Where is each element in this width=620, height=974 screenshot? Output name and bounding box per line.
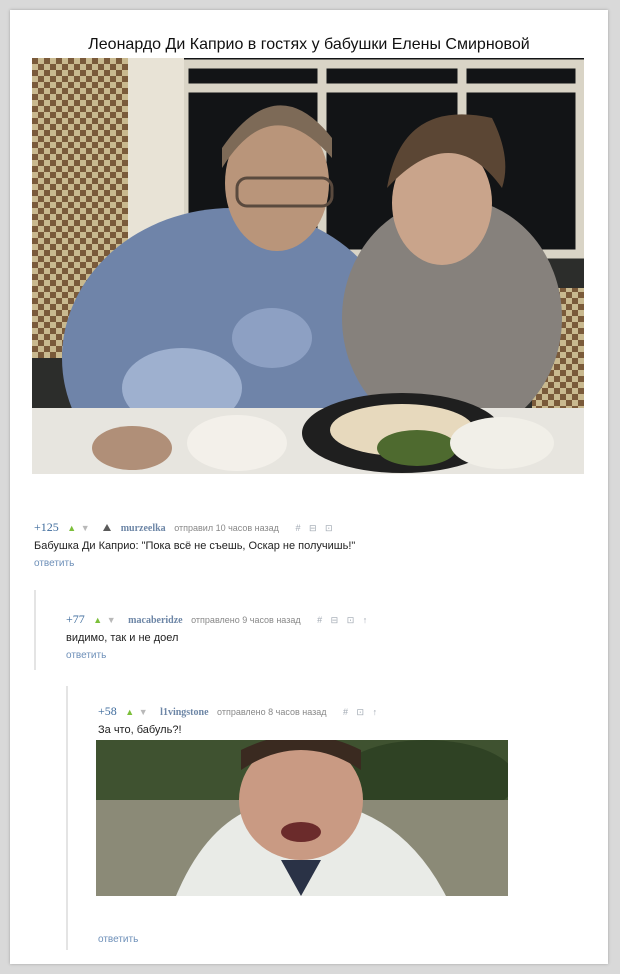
save-icon[interactable]: ⊡ <box>325 523 333 533</box>
comment: +77 ▲ ▼ macaberidze отправлено 9 часов н… <box>66 612 367 661</box>
comment: +125 ▲ ▼ murzeelka отправил 10 часов наз… <box>34 520 355 569</box>
comment-author[interactable]: l1vingstone <box>160 707 208 718</box>
comment-text: Бабушка Ди Каприо: "Пока всё не съешь, О… <box>34 540 356 552</box>
upvote-icon[interactable]: ▲ <box>125 707 134 717</box>
hash-icon[interactable]: # <box>343 707 348 717</box>
save-icon[interactable]: ⊟ <box>331 615 339 625</box>
comment-meta: +58 ▲ ▼ l1vingstone отправлено 8 часов н… <box>98 704 377 718</box>
hash-icon[interactable]: # <box>295 523 300 533</box>
comment-image <box>96 740 508 896</box>
thread-line <box>66 686 68 950</box>
comment-time: отправлено 9 часов назад <box>191 615 301 625</box>
thread-line <box>34 590 36 670</box>
save-icon[interactable]: ⊟ <box>309 523 317 533</box>
downvote-icon[interactable]: ▼ <box>81 523 90 533</box>
comment-meta: +77 ▲ ▼ macaberidze отправлено 9 часов н… <box>66 612 367 626</box>
post-photo <box>32 58 584 474</box>
avatar-icon <box>103 524 112 531</box>
comment-time: отправил 10 часов назад <box>174 523 279 533</box>
comment-text: видимо, так и не доел <box>66 632 179 644</box>
upvote-icon[interactable]: ▲ <box>93 615 102 625</box>
reply-link[interactable]: ответить <box>66 650 367 661</box>
hash-icon[interactable]: # <box>317 615 322 625</box>
comment-time: отправлено 8 часов назад <box>217 707 327 717</box>
up-arrow-icon[interactable]: ↑ <box>363 615 368 625</box>
upvote-icon[interactable]: ▲ <box>67 523 76 533</box>
comment-meta: +125 ▲ ▼ murzeelka отправил 10 часов наз… <box>34 520 355 534</box>
up-arrow-icon[interactable]: ↑ <box>373 707 378 717</box>
comment-rating: +58 <box>98 704 117 718</box>
comment-rating: +125 <box>34 520 59 534</box>
downvote-icon[interactable]: ▼ <box>107 615 116 625</box>
comment: +58 ▲ ▼ l1vingstone отправлено 8 часов н… <box>98 704 377 736</box>
save-icon[interactable]: ⊡ <box>347 615 355 625</box>
post-card: Леонардо Ди Каприо в гостях у бабушки Ел… <box>10 10 608 964</box>
reply-link[interactable]: ответить <box>98 934 138 945</box>
comment-rating: +77 <box>66 612 85 626</box>
reply-link[interactable]: ответить <box>34 558 355 569</box>
downvote-icon[interactable]: ▼ <box>139 707 148 717</box>
post-title: Леонардо Ди Каприо в гостях у бабушки Ел… <box>88 36 530 53</box>
comment-author[interactable]: murzeelka <box>121 523 166 534</box>
save-icon[interactable]: ⊡ <box>357 707 365 717</box>
comment-text: За что, бабуль?! <box>98 724 182 736</box>
comment-author[interactable]: macaberidze <box>128 615 182 626</box>
